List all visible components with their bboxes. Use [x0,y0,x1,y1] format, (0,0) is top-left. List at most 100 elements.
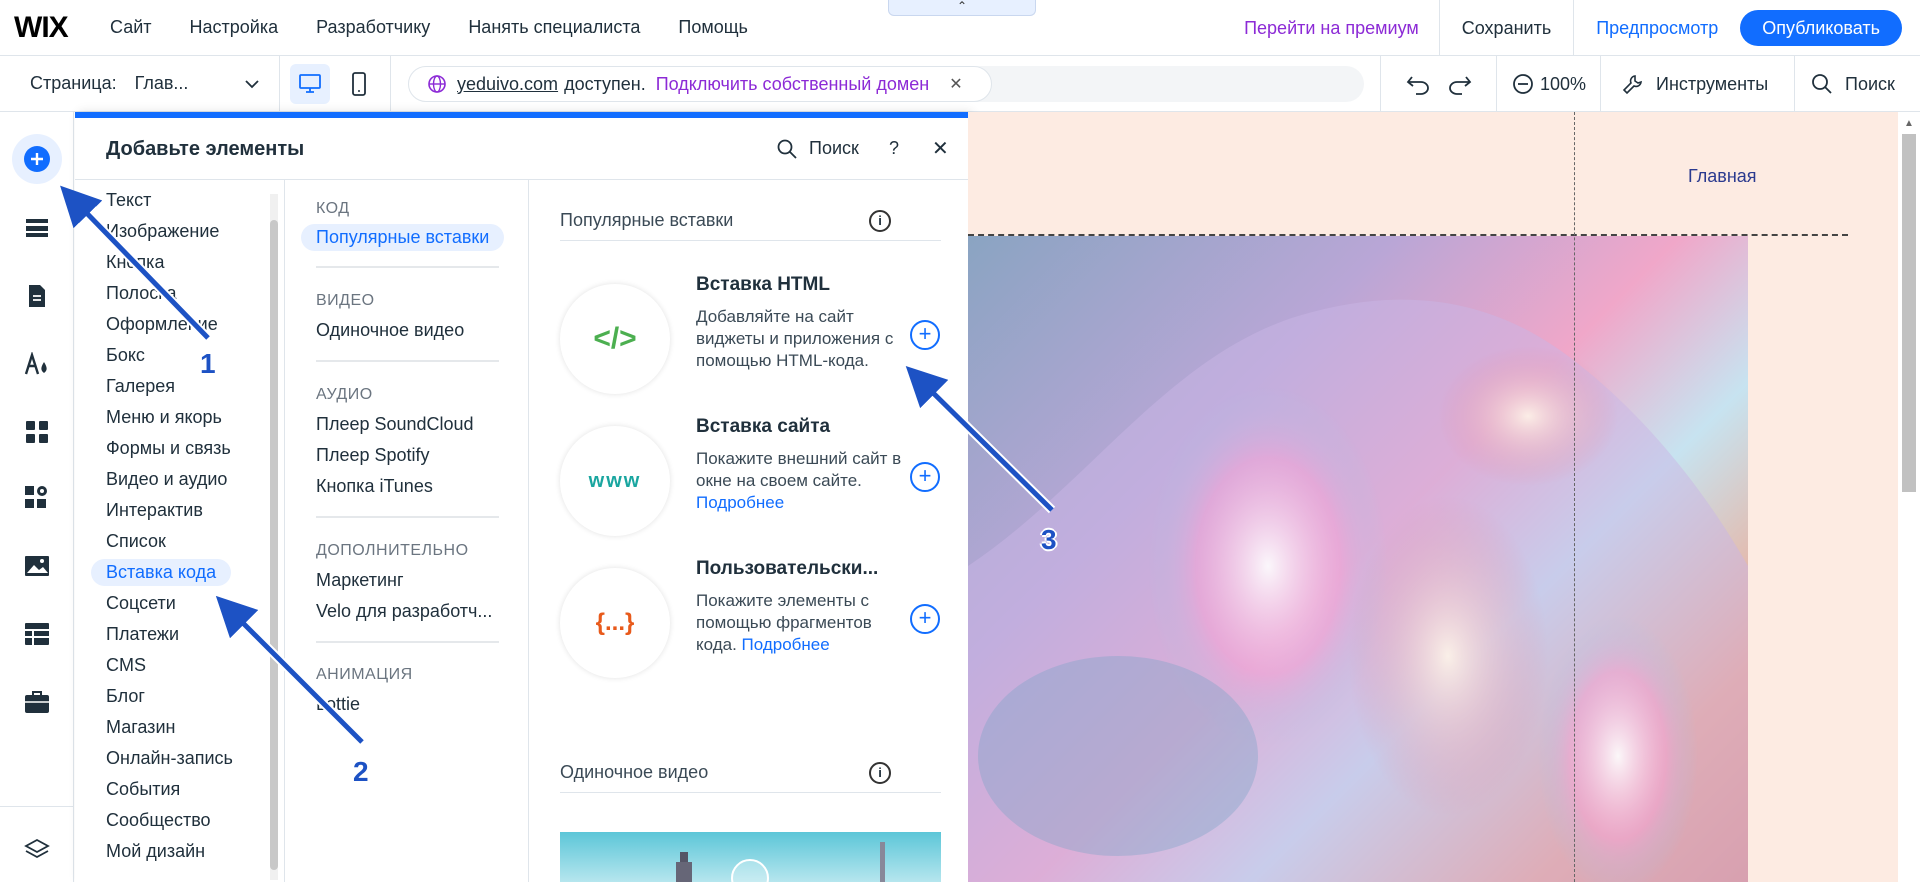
chevron-down-icon[interactable] [244,76,259,92]
category-item[interactable]: Мой дизайн [106,841,205,862]
add-custom-button[interactable]: + [910,604,940,634]
embed-card-html[interactable]: </> Вставка HTML Добавляйте на сайт видж… [560,274,941,404]
tools-label: Инструменты [1656,73,1769,94]
learn-more-link[interactable]: Подробнее [696,493,784,512]
subsection-item[interactable]: Кнопка iTunes [316,476,433,497]
nav-settings[interactable]: Настройка [190,17,279,38]
redo-icon[interactable] [1446,56,1472,112]
annotation-number-3: 3 [1041,524,1057,555]
category-item[interactable]: Интерактив [106,500,203,521]
subsection-item[interactable]: Lottie [316,694,360,715]
subsection-item[interactable]: Velo для разработч... [316,601,492,622]
category-item[interactable]: Полоска [106,283,177,304]
category-item[interactable]: Список [106,531,166,552]
card-title: Пользовательски... [696,558,879,579]
app-market-icon[interactable] [17,478,57,518]
panel-search-button[interactable]: Поиск [777,138,859,159]
embed-card-custom[interactable]: {...} Пользовательски... Покажите элемен… [560,558,941,688]
add-html-button[interactable]: + [910,320,940,350]
subsection-item[interactable]: Маркетинг [316,570,404,591]
close-icon[interactable]: ✕ [949,74,962,94]
domain-pill: yeduivo.com доступен. Подключить собстве… [408,66,992,102]
premium-link[interactable]: Перейти на премиум [1244,18,1419,39]
cms-icon[interactable] [17,614,57,654]
hero-image[interactable] [968,236,1748,882]
left-rail [0,112,74,882]
category-item[interactable]: Блог [106,686,145,707]
subsection-item[interactable]: Плеер Spotify [316,445,430,466]
nav-dev[interactable]: Разработчику [316,17,430,38]
business-icon[interactable] [17,682,57,722]
publish-button[interactable]: Опубликовать [1740,10,1902,46]
pages-icon[interactable] [17,276,57,316]
desktop-icon[interactable] [290,64,330,104]
add-icon[interactable] [12,134,62,184]
category-item[interactable]: Соцсети [106,593,176,614]
search-button[interactable]: Поиск [1811,56,1895,112]
category-item[interactable]: Видео и аудио [106,469,227,490]
category-item[interactable]: Формы и связь [106,438,231,459]
info-icon[interactable]: i [869,762,891,784]
embed-card-site[interactable]: www Вставка сайта Покажите внешний сайт … [560,416,941,546]
site-menu-home[interactable]: Главная [1688,166,1757,187]
panel-header: Добавьте элементы Поиск ? ✕ [75,118,968,180]
sections-icon[interactable] [17,208,57,248]
category-item[interactable]: События [106,779,180,800]
card-title: Вставка HTML [696,274,830,295]
site-canvas[interactable]: Главная [968,112,1898,882]
top-nav: Сайт Настройка Разработчику Нанять специ… [110,17,786,38]
category-item[interactable]: Бокс [106,345,145,366]
category-item[interactable]: Меню и якорь [106,407,222,428]
media-icon[interactable] [17,546,57,586]
page-select[interactable]: Глав... [135,73,225,94]
layers-icon[interactable] [17,830,57,870]
add-site-button[interactable]: + [910,462,940,492]
zoom-out-icon [1513,74,1533,94]
category-scrollbar[interactable] [265,180,283,882]
save-button[interactable]: Сохранить [1462,18,1551,39]
scrollbar-thumb[interactable] [1902,134,1916,492]
divider [1573,0,1575,56]
mobile-icon[interactable] [339,64,379,104]
category-item[interactable]: Текст [106,190,151,211]
section-heading: АУДИО [316,386,373,403]
category-item[interactable]: Сообщество [106,810,211,831]
category-item[interactable]: Кнопка [106,252,164,273]
close-icon[interactable]: ✕ [932,136,949,161]
category-item[interactable]: Магазин [106,717,175,738]
learn-more-link[interactable]: Подробнее [742,635,830,654]
category-item[interactable]: Платежи [106,624,179,645]
subsection-item-selected[interactable]: Популярные вставки [301,224,505,251]
theme-icon[interactable] [17,344,57,384]
category-item-selected[interactable]: Вставка кода [91,559,232,586]
category-item[interactable]: Изображение [106,221,219,242]
nav-site[interactable]: Сайт [110,17,152,38]
chevron-up-icon[interactable]: ⌃ [888,0,1036,16]
canvas-scrollbar[interactable]: ▲ [1898,112,1920,882]
video-thumbnail[interactable] [560,832,941,882]
site-domain[interactable]: yeduivo.com [457,74,558,95]
subsection-item[interactable]: Одиночное видео [316,320,464,341]
globe-icon [427,74,447,94]
undo-icon[interactable] [1406,56,1432,112]
category-item[interactable]: CMS [106,655,146,676]
category-item[interactable]: Онлайн-запись [106,748,233,769]
tools-button[interactable]: Инструменты [1622,56,1768,112]
zoom-control[interactable]: 100% [1512,56,1586,112]
wix-logo[interactable]: WIX [14,11,110,45]
divider [316,266,499,268]
nav-help[interactable]: Помощь [678,17,748,38]
help-icon[interactable]: ? [889,138,899,159]
scroll-up-icon[interactable]: ▲ [1904,118,1914,129]
card-title: Вставка сайта [696,416,831,437]
category-item[interactable]: Оформление [106,314,218,335]
category-item[interactable]: Галерея [106,376,175,397]
apps-icon[interactable] [17,412,57,452]
scrollbar-thumb[interactable] [270,220,278,870]
info-icon[interactable]: i [869,210,891,232]
preview-button[interactable]: Предпросмотр [1596,18,1718,39]
nav-hire[interactable]: Нанять специалиста [468,17,640,38]
subsection-item[interactable]: Плеер SoundCloud [316,414,474,435]
divider [316,360,499,362]
connect-domain-link[interactable]: Подключить собственный домен [656,74,929,95]
